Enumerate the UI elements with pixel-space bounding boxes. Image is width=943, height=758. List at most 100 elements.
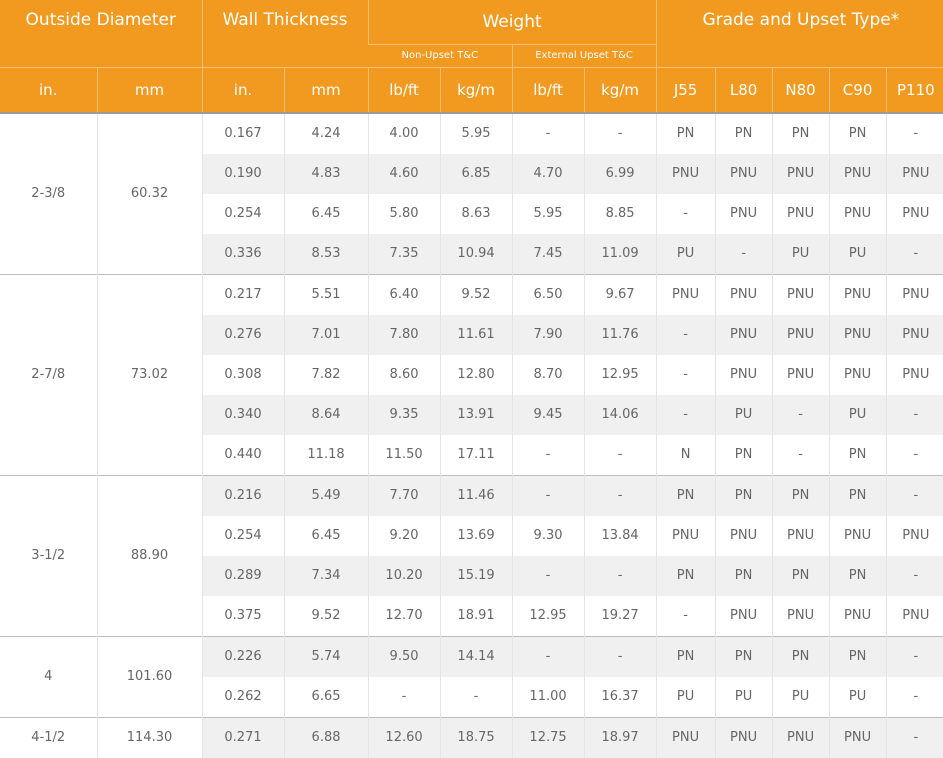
- table-cell: 5.74: [283, 635, 369, 677]
- table-cell: PN: [828, 112, 887, 154]
- table-cell: 7.45: [511, 233, 585, 274]
- unit-header: in.: [0, 66, 97, 114]
- table-cell: PN: [828, 555, 887, 596]
- table-cell: 9.45: [511, 394, 585, 435]
- table-cell: PU: [828, 233, 887, 274]
- table-cell: -: [511, 635, 585, 677]
- table-cell: PU: [655, 676, 716, 717]
- table-cell: PN: [655, 112, 716, 154]
- table-cell: 12.60: [367, 716, 441, 758]
- table-cell: PNU: [771, 716, 830, 758]
- table-cell: 15.19: [439, 555, 513, 596]
- unit-header: N80: [771, 66, 830, 114]
- table-cell: PNU: [885, 515, 943, 556]
- table-cell: -: [655, 354, 716, 395]
- table-cell: 8.85: [583, 193, 657, 234]
- table-cell: N: [655, 434, 716, 475]
- table-cell: PNU: [714, 153, 773, 194]
- table-cell: -: [439, 676, 513, 717]
- table-cell: 11.61: [439, 314, 513, 355]
- table-cell: PNU: [714, 354, 773, 395]
- table-cell: PU: [771, 676, 830, 717]
- table-cell: -: [583, 555, 657, 596]
- table-cell: PNU: [828, 273, 887, 315]
- table-cell: -: [771, 394, 830, 435]
- header-weight: Weight: [367, 0, 657, 44]
- table-cell: 0.375: [201, 595, 285, 636]
- unit-header: L80: [714, 66, 773, 114]
- table-cell: PNU: [714, 273, 773, 315]
- table-cell: PNU: [771, 273, 830, 315]
- table-cell: 4.60: [367, 153, 441, 194]
- table-cell: 13.91: [439, 394, 513, 435]
- od-mm-cell: 73.02: [96, 273, 203, 475]
- unit-header: lb/ft: [367, 66, 441, 114]
- table-cell: PU: [714, 676, 773, 717]
- table-cell: 9.35: [367, 394, 441, 435]
- od-mm-cell: 101.60: [96, 635, 203, 717]
- od-inches-cell: 2-3/8: [0, 112, 97, 274]
- table-cell: 18.97: [583, 716, 657, 758]
- table-cell: PNU: [655, 515, 716, 556]
- od-mm-cell: 114.30: [96, 716, 203, 758]
- table-cell: PNU: [828, 595, 887, 636]
- table-cell: 6.88: [283, 716, 369, 758]
- table-cell: PNU: [655, 153, 716, 194]
- table-cell: 8.63: [439, 193, 513, 234]
- table-cell: PNU: [771, 595, 830, 636]
- table-cell: 0.308: [201, 354, 285, 395]
- table-cell: 6.45: [283, 515, 369, 556]
- table-cell: -: [655, 394, 716, 435]
- table-cell: 14.06: [583, 394, 657, 435]
- table-cell: 12.95: [511, 595, 585, 636]
- table-cell: 0.340: [201, 394, 285, 435]
- table-cell: 9.52: [283, 595, 369, 636]
- table-cell: 19.27: [583, 595, 657, 636]
- table-cell: 4.83: [283, 153, 369, 194]
- table-cell: 0.254: [201, 193, 285, 234]
- table-cell: 11.50: [367, 434, 441, 475]
- table-cell: 12.75: [511, 716, 585, 758]
- table-cell: PNU: [771, 515, 830, 556]
- table-cell: -: [655, 314, 716, 355]
- table-cell: 0.217: [201, 273, 285, 315]
- header-non-upset: Non-Upset T&C: [368, 43, 513, 67]
- tubing-spec-table: Outside Diameter Wall Thickness Weight G…: [0, 0, 943, 758]
- table-cell: 0.440: [201, 434, 285, 475]
- table-cell: PNU: [885, 273, 943, 315]
- table-cell: PN: [714, 434, 773, 475]
- table-cell: 5.51: [283, 273, 369, 315]
- unit-header: P110: [885, 66, 943, 114]
- table-cell: 7.01: [283, 314, 369, 355]
- table-cell: 5.80: [367, 193, 441, 234]
- table-cell: -: [771, 434, 830, 475]
- table-cell: 9.67: [583, 273, 657, 315]
- table-cell: PN: [771, 555, 830, 596]
- table-cell: PU: [714, 394, 773, 435]
- header-grade-upset: Grade and Upset Type*: [655, 0, 943, 67]
- table-cell: PNU: [828, 716, 887, 758]
- table-cell: PNU: [714, 716, 773, 758]
- od-inches-cell: 4: [0, 635, 97, 717]
- table-cell: 7.90: [511, 314, 585, 355]
- table-cell: -: [714, 233, 773, 274]
- table-cell: 0.190: [201, 153, 285, 194]
- table-cell: -: [511, 555, 585, 596]
- table-cell: PNU: [655, 716, 716, 758]
- table-cell: PNU: [714, 515, 773, 556]
- table-cell: PNU: [828, 515, 887, 556]
- table-cell: -: [583, 434, 657, 475]
- table-cell: 9.50: [367, 635, 441, 677]
- table-cell: PNU: [885, 354, 943, 395]
- table-cell: PN: [714, 635, 773, 677]
- table-cell: 0.226: [201, 635, 285, 677]
- unit-header: kg/m: [439, 66, 513, 114]
- table-cell: 7.80: [367, 314, 441, 355]
- table-cell: PN: [714, 112, 773, 154]
- header-external-upset: External Upset T&C: [511, 43, 657, 67]
- table-cell: 0.262: [201, 676, 285, 717]
- table-cell: -: [511, 112, 585, 154]
- od-mm-cell: 60.32: [96, 112, 203, 274]
- table-cell: 18.75: [439, 716, 513, 758]
- table-cell: -: [885, 676, 943, 717]
